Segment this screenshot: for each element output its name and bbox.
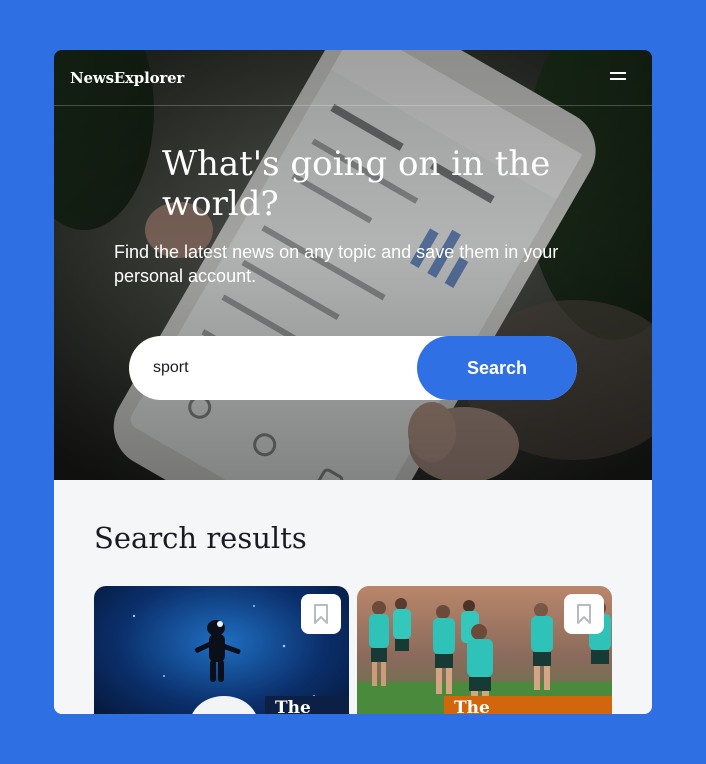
news-card[interactable]: The	[94, 586, 349, 714]
hero-section: NewsExplorer What's going on in the worl…	[54, 50, 652, 480]
bookmark-icon	[577, 604, 591, 624]
hero-subtitle: Find the latest news on any topic and sa…	[114, 242, 559, 286]
news-card[interactable]: The	[357, 586, 612, 714]
bookmark-button[interactable]	[301, 594, 341, 634]
app-frame: NewsExplorer What's going on in the worl…	[54, 50, 652, 714]
search-input[interactable]	[129, 336, 419, 400]
search-form: Search	[129, 336, 577, 400]
hamburger-menu-icon[interactable]	[610, 70, 628, 84]
source-tag: The	[444, 696, 612, 714]
hero-title: What's going on in the world?	[162, 144, 551, 224]
search-results-section: Search results The The	[54, 480, 652, 714]
source-tag: The	[265, 696, 349, 714]
results-title: Search results	[94, 521, 307, 555]
bookmark-button[interactable]	[564, 594, 604, 634]
site-header: NewsExplorer	[54, 50, 652, 106]
logo[interactable]: NewsExplorer	[70, 69, 184, 87]
bookmark-icon	[314, 604, 328, 624]
search-button[interactable]: Search	[417, 336, 577, 400]
